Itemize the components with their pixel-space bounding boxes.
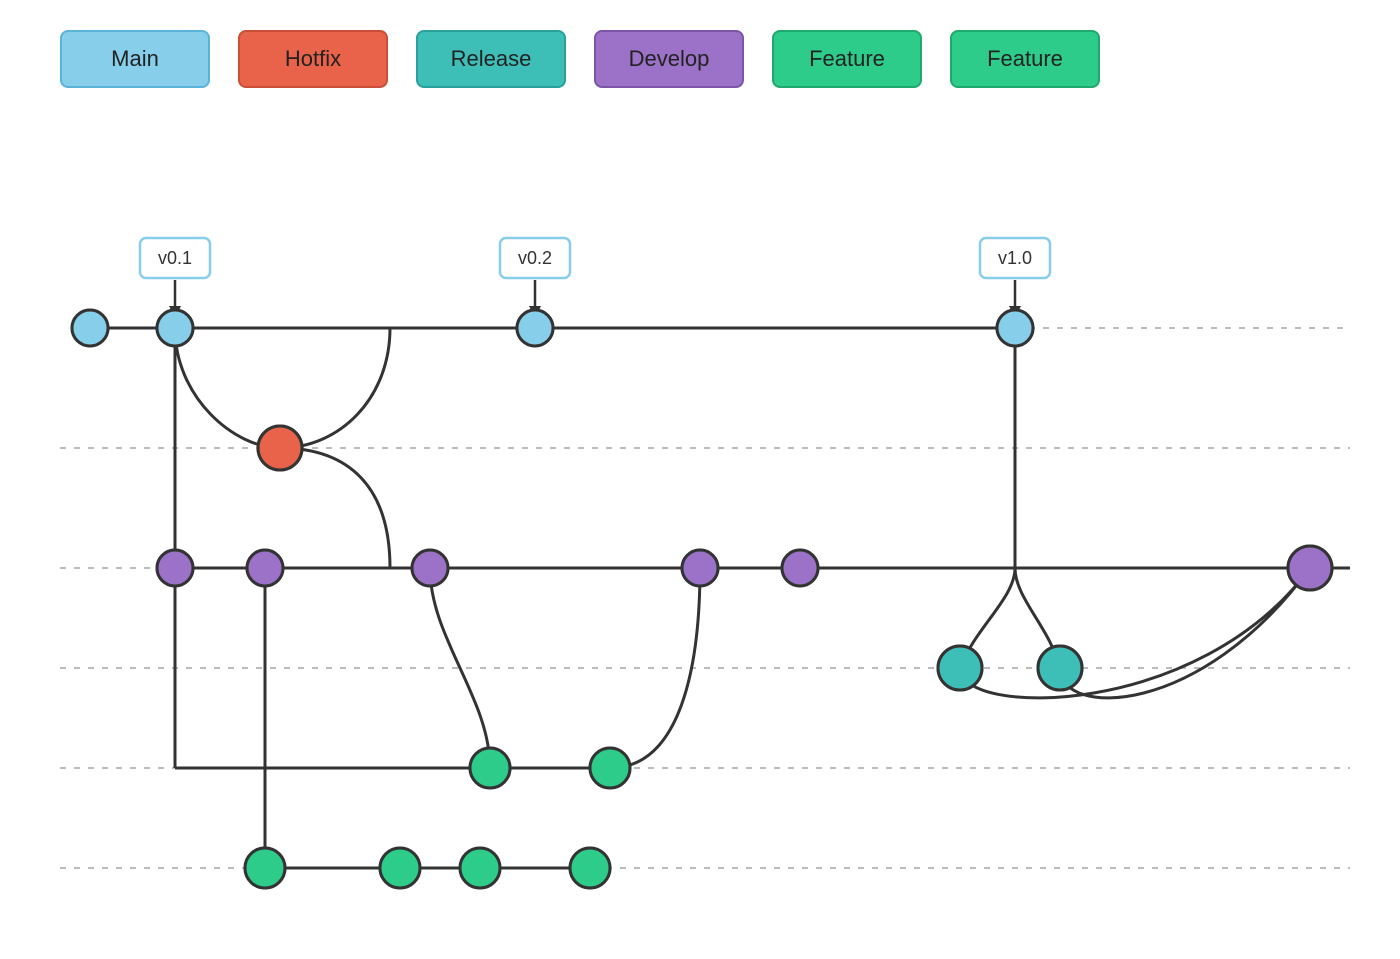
legend-feature1: Feature xyxy=(772,30,922,88)
legend-develop: Develop xyxy=(594,30,744,88)
svg-text:v1.0: v1.0 xyxy=(998,248,1032,268)
git-diagram: v0.1 v0.2 v1.0 xyxy=(0,108,1400,928)
legend-main: Main xyxy=(60,30,210,88)
legend: Main Hotfix Release Develop Feature Feat… xyxy=(0,0,1400,108)
legend-release: Release xyxy=(416,30,566,88)
svg-text:v0.1: v0.1 xyxy=(158,248,192,268)
legend-feature2: Feature xyxy=(950,30,1100,88)
legend-hotfix: Hotfix xyxy=(238,30,388,88)
svg-text:v0.2: v0.2 xyxy=(518,248,552,268)
